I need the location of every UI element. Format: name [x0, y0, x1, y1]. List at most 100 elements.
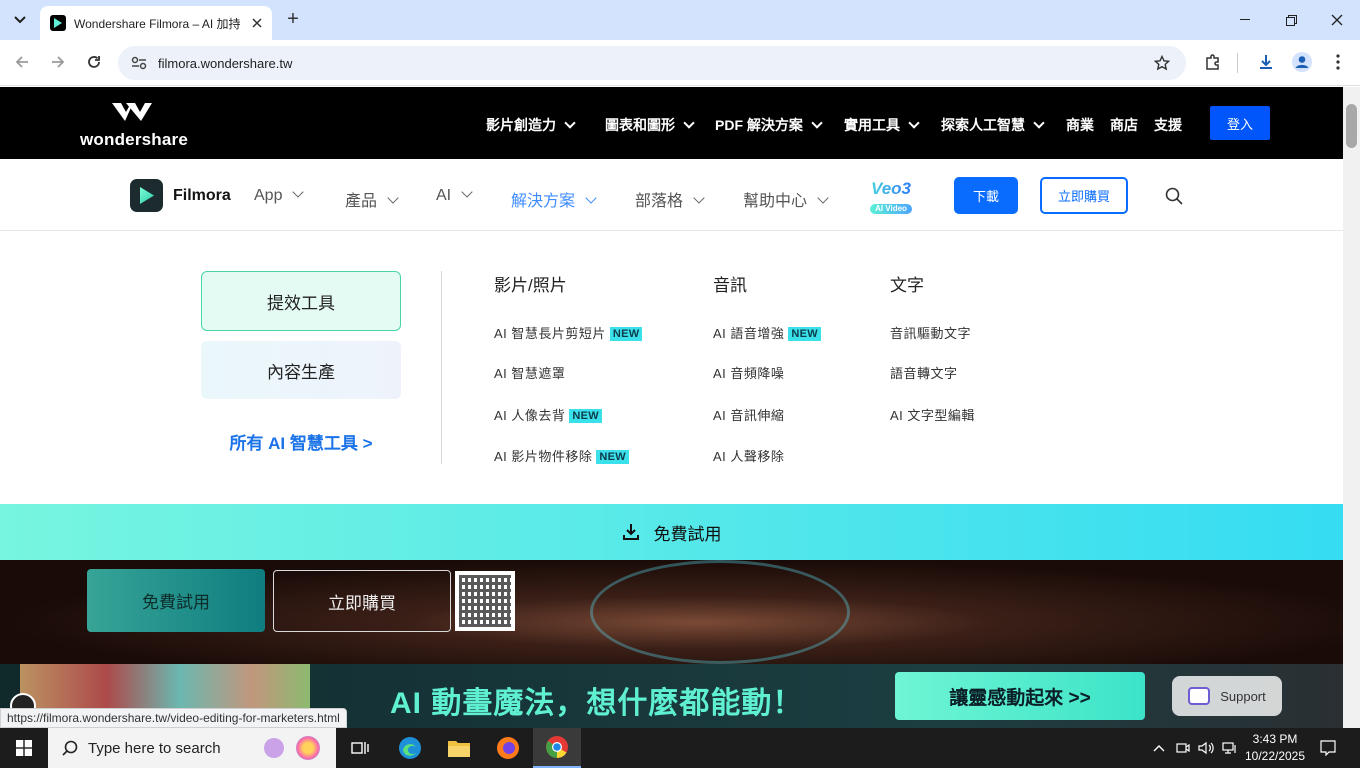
taskbar-search-box[interactable]: Type here to search: [48, 728, 336, 768]
menu-item-ai-voice-enhance[interactable]: AI 語音增強 NEW: [713, 323, 821, 342]
hero-background-image: [590, 560, 850, 664]
network-icon: [1222, 742, 1236, 754]
fm-nav-label: 幫助中心: [743, 193, 808, 210]
taskbar-clock[interactable]: 3:43 PM 10/22/2025: [1240, 731, 1310, 765]
address-bar[interactable]: filmora.wondershare.tw: [118, 46, 1186, 80]
close-window-button[interactable]: [1314, 0, 1360, 40]
ws-nav-explore-ai[interactable]: 探索人工智慧: [941, 115, 1045, 135]
buy-now-button[interactable]: 立即購買: [1040, 177, 1128, 214]
category-productivity-tools[interactable]: 提效工具: [201, 271, 401, 331]
hero-free-trial-button[interactable]: 免費試用: [87, 569, 265, 632]
login-button[interactable]: 登入: [1210, 106, 1270, 140]
ws-nav-diagrams[interactable]: 圖表和圖形: [605, 115, 695, 135]
ws-nav-utilities[interactable]: 實用工具: [844, 115, 920, 135]
search-icon: [62, 740, 78, 756]
taskbar-chrome[interactable]: [533, 728, 581, 768]
minimize-button[interactable]: [1222, 0, 1268, 40]
veo3-promo-link[interactable]: Veo3 AI Video: [862, 180, 920, 216]
profile-button[interactable]: [1288, 48, 1316, 76]
tray-network[interactable]: [1218, 728, 1242, 768]
notification-icon: [1320, 740, 1336, 756]
reload-button[interactable]: [80, 48, 108, 76]
start-button[interactable]: [0, 728, 48, 768]
page-scrollbar[interactable]: [1343, 87, 1360, 728]
banner-cta-button[interactable]: 讓靈感動起來 >>: [895, 672, 1145, 720]
scrollbar-thumb[interactable]: [1346, 104, 1357, 148]
menu-item-ai-object-remover[interactable]: AI 影片物件移除 NEW: [494, 446, 629, 465]
menu-item-ai-smart-short-clips[interactable]: AI 智慧長片剪短片 NEW: [494, 323, 643, 342]
taskbar-firefox[interactable]: [484, 728, 532, 768]
menu-item-ai-portrait-cutout[interactable]: AI 人像去背 NEW: [494, 405, 602, 424]
fm-nav-label: AI: [436, 187, 452, 204]
bookmark-star-icon[interactable]: [1154, 55, 1170, 71]
restore-button[interactable]: [1268, 0, 1314, 40]
free-trial-bar[interactable]: 免費試用: [0, 504, 1343, 560]
chevron-down-icon: [811, 117, 823, 129]
ws-nav-label: 實用工具: [844, 117, 900, 133]
menu-item-label: AI 音訊伸縮: [713, 408, 785, 423]
ws-nav-label: 影片創造力: [486, 117, 556, 133]
support-chat-button[interactable]: Support: [1172, 676, 1282, 716]
all-ai-tools-link[interactable]: 所有 AI 智慧工具 >: [201, 429, 401, 454]
site-info-icon[interactable]: [130, 56, 148, 70]
menu-item-ai-vocal-remover[interactable]: AI 人聲移除: [713, 446, 784, 465]
menu-item-ai-smart-mask[interactable]: AI 智慧遮罩: [494, 363, 565, 382]
download-button[interactable]: 下載: [954, 177, 1018, 214]
chevron-down-icon: [1033, 117, 1045, 129]
tray-volume[interactable]: [1194, 728, 1218, 768]
filmora-logo[interactable]: Filmora: [130, 179, 231, 212]
chevron-down-icon: [14, 16, 26, 24]
tray-meet-now[interactable]: [1172, 728, 1194, 768]
kebab-menu-icon: [1336, 54, 1340, 70]
close-tab-icon[interactable]: [252, 18, 262, 28]
browser-tab-active[interactable]: Wondershare Filmora – AI 加持: [40, 6, 272, 40]
menu-item-label: AI 語音增強: [713, 326, 785, 341]
notifications-button[interactable]: [1310, 728, 1346, 768]
ws-nav-support[interactable]: 支援: [1154, 115, 1182, 135]
task-view-icon: [351, 742, 369, 754]
ws-nav-video-creativity[interactable]: 影片創造力: [486, 115, 576, 135]
solutions-dropdown: 提效工具 內容生產 所有 AI 智慧工具 > 影片/照片 AI 智慧長片剪短片 N…: [0, 231, 1343, 504]
menu-item-label: AI 音頻降噪: [713, 366, 785, 381]
back-button[interactable]: [8, 48, 36, 76]
new-badge: NEW: [596, 450, 629, 464]
taskbar-edge[interactable]: [386, 728, 434, 768]
task-view-button[interactable]: [336, 728, 384, 768]
forward-button[interactable]: [44, 48, 72, 76]
category-content-production[interactable]: 內容生產: [201, 341, 401, 399]
fm-nav-help-center[interactable]: 幫助中心: [743, 187, 829, 211]
fm-nav-products[interactable]: 產品: [345, 187, 399, 211]
search-highlight-icon: [296, 736, 320, 760]
taskbar-file-explorer[interactable]: [435, 728, 483, 768]
fm-nav-solutions[interactable]: 解決方案: [511, 187, 597, 211]
menu-item-audio-to-text[interactable]: 音訊驅動文字: [890, 323, 971, 342]
downloads-button[interactable]: [1252, 48, 1280, 76]
tab-search-button[interactable]: [8, 8, 32, 32]
menu-item-ai-text-based-editing[interactable]: AI 文字型編輯: [890, 405, 975, 424]
chevron-down-icon: [908, 117, 920, 129]
windows-logo-icon: [16, 740, 32, 756]
filmora-nav: Filmora App 產品 AI 解決方案 部落格 幫助中心 Veo3 AI …: [0, 159, 1343, 231]
ws-nav-business[interactable]: 商業: [1066, 115, 1094, 135]
extensions-button[interactable]: [1199, 48, 1227, 76]
menu-item-speech-to-text[interactable]: 語音轉文字: [890, 363, 958, 382]
banner-headline: AI 動畫魔法，想什麼都能動！: [390, 687, 804, 720]
windows-taskbar: Type here to search 3:43 PM 10/22/2025: [0, 728, 1360, 768]
fm-nav-app[interactable]: App: [254, 186, 305, 205]
fm-nav-ai[interactable]: AI: [436, 186, 473, 205]
new-tab-button[interactable]: +: [282, 8, 304, 32]
tray-overflow-button[interactable]: [1146, 728, 1172, 768]
fm-nav-blog[interactable]: 部落格: [635, 187, 705, 211]
menu-item-ai-audio-stretch[interactable]: AI 音訊伸縮: [713, 405, 784, 424]
ws-nav-store[interactable]: 商店: [1110, 115, 1138, 135]
hero-buy-now-button[interactable]: 立即購買: [273, 570, 451, 632]
wondershare-logo[interactable]: wondershare: [80, 103, 190, 150]
ws-nav-label: PDF 解決方案: [715, 117, 803, 133]
search-icon[interactable]: [1165, 187, 1183, 205]
menu-item-ai-audio-denoise[interactable]: AI 音頻降噪: [713, 363, 784, 382]
ws-nav-pdf[interactable]: PDF 解決方案: [715, 115, 823, 135]
search-highlight-icon: [264, 738, 284, 758]
toolbar-divider: [1237, 53, 1238, 73]
chrome-menu-button[interactable]: [1324, 48, 1352, 76]
fm-nav-label: 產品: [345, 193, 378, 210]
